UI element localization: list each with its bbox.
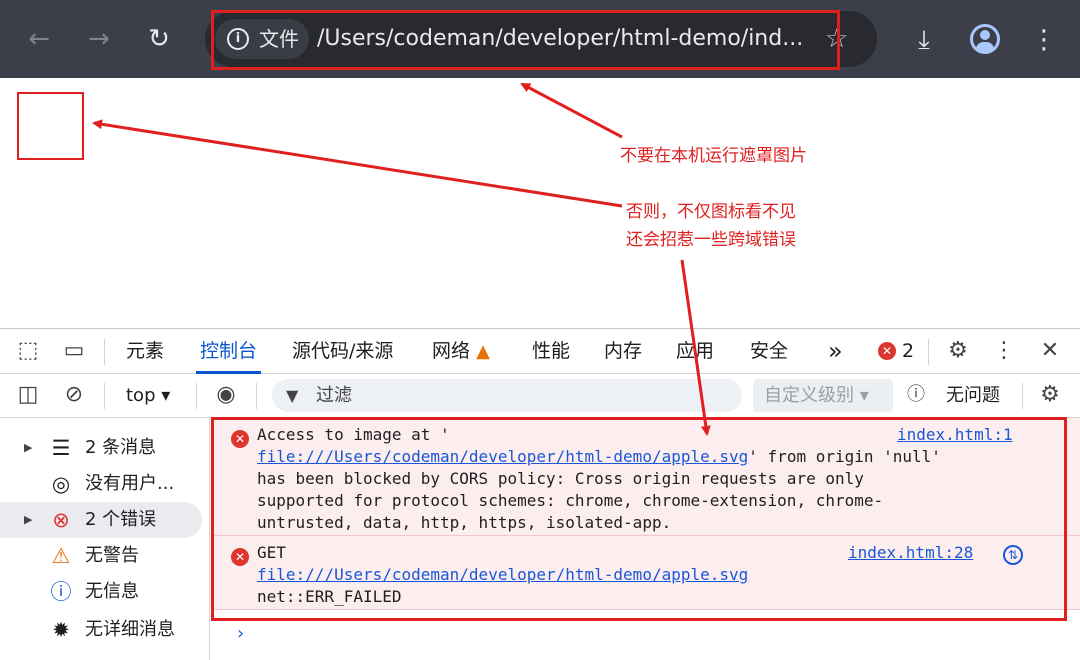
tab-security[interactable]: 安全: [750, 329, 788, 374]
page-content: [0, 78, 1080, 328]
annotation-box-errors: [211, 417, 1067, 621]
sidebar-item-label: 无详细消息: [85, 619, 175, 640]
sidebar-item-warnings[interactable]: ⚠ 无警告: [0, 538, 202, 574]
forward-arrow-icon[interactable]: →: [80, 20, 118, 58]
divider: [1022, 383, 1023, 409]
console-settings-gear-icon[interactable]: ⚙: [1036, 381, 1064, 409]
profile-avatar-icon[interactable]: [970, 24, 1000, 54]
tab-elements[interactable]: 元素: [126, 329, 164, 374]
devtools-tab-bar: ⬚ ▭ 元素 控制台 源代码/来源 网络 ▲ 性能 内存 应用 安全 » ✕ 2…: [0, 328, 1080, 374]
filter-input[interactable]: [316, 379, 726, 412]
sidebar-item-label: 2 条消息: [85, 437, 157, 458]
inspect-element-icon[interactable]: ⬚: [14, 337, 42, 365]
console-toolbar: ◫ ⊘ top ▾ ◉ ▼ 自定义级别 ▾ ⓘ 无问题 ⚙: [0, 374, 1080, 418]
reload-icon[interactable]: ↻: [140, 20, 178, 58]
close-devtools-icon[interactable]: ✕: [1036, 337, 1064, 365]
settings-gear-icon[interactable]: ⚙: [944, 337, 972, 365]
issues-info-icon: ⓘ: [907, 384, 925, 405]
list-icon: ☰: [51, 436, 71, 460]
tab-performance[interactable]: 性能: [532, 329, 570, 374]
sidebar-item-user-messages[interactable]: ◎ 没有用户...: [0, 466, 202, 502]
divider: [196, 383, 197, 409]
info-icon: ⓘ: [50, 580, 72, 604]
annotation-box-url: [211, 10, 840, 70]
bug-icon: ✹: [52, 618, 70, 642]
console-sidebar: ▶ ☰ 2 条消息 ◎ 没有用户... ▶ ⊗ 2 个错误 ⚠ 无警告 ⓘ 无信…: [0, 418, 210, 660]
annotation-note-1: 不要在本机运行遮罩图片: [620, 146, 807, 166]
sidebar-item-label: 没有用户...: [85, 473, 175, 494]
issues-count[interactable]: 无问题: [946, 374, 1000, 417]
devtools-menu-icon[interactable]: ⋮: [990, 337, 1018, 365]
clear-console-icon[interactable]: ⊘: [60, 381, 88, 409]
tab-network-label: 网络: [432, 340, 471, 362]
tab-application[interactable]: 应用: [676, 329, 714, 374]
divider: [104, 339, 105, 365]
error-count: 2: [902, 340, 915, 362]
console-prompt-chevron-icon[interactable]: ›: [235, 623, 246, 644]
error-count-badge[interactable]: ✕ 2: [878, 329, 914, 374]
filter-funnel-icon: ▼: [286, 386, 299, 405]
expand-arrow-icon[interactable]: ▶: [24, 430, 32, 466]
annotation-note-2-line-1: 否则，不仅图标看不见: [626, 202, 796, 222]
sidebar-item-label: 无警告: [85, 545, 139, 566]
tab-sources[interactable]: 源代码/来源: [292, 329, 393, 374]
sidebar-item-verbose[interactable]: ✹ 无详细消息: [0, 612, 202, 648]
error-icon: ✕: [878, 342, 896, 360]
tab-memory[interactable]: 内存: [604, 329, 642, 374]
warning-icon: ⚠: [51, 544, 71, 568]
sidebar-item-messages[interactable]: ▶ ☰ 2 条消息: [0, 430, 202, 466]
tab-network[interactable]: 网络 ▲: [432, 329, 490, 374]
device-toolbar-icon[interactable]: ▭: [60, 337, 88, 365]
filter-box: ▼: [272, 379, 742, 412]
more-tabs-chevron-icon[interactable]: »: [828, 329, 843, 374]
back-arrow-icon[interactable]: ←: [20, 20, 58, 58]
sidebar-item-errors[interactable]: ▶ ⊗ 2 个错误: [0, 502, 202, 538]
broken-image-placeholder: [17, 92, 84, 160]
error-icon: ⊗: [52, 508, 70, 532]
divider: [104, 383, 105, 409]
context-selector[interactable]: top ▾: [126, 374, 170, 417]
sidebar-item-label: 无信息: [85, 581, 139, 602]
live-expression-eye-icon[interactable]: ◉: [212, 381, 240, 409]
download-icon[interactable]: ⤓: [904, 20, 944, 60]
tab-console[interactable]: 控制台: [195, 329, 262, 374]
user-icon: ◎: [51, 472, 71, 496]
log-levels-dropdown[interactable]: 自定义级别 ▾: [753, 379, 893, 412]
warning-triangle-icon: ▲: [476, 341, 490, 362]
annotation-note-2-line-2: 还会招惹一些跨域错误: [626, 230, 796, 250]
sidebar-toggle-icon[interactable]: ◫: [14, 381, 42, 409]
sidebar-item-info[interactable]: ⓘ 无信息: [0, 574, 202, 610]
divider: [928, 339, 929, 365]
sidebar-item-label: 2 个错误: [85, 509, 157, 530]
expand-arrow-icon[interactable]: ▶: [24, 502, 32, 538]
divider: [256, 383, 257, 409]
kebab-menu-icon[interactable]: ⋮: [1024, 20, 1064, 60]
